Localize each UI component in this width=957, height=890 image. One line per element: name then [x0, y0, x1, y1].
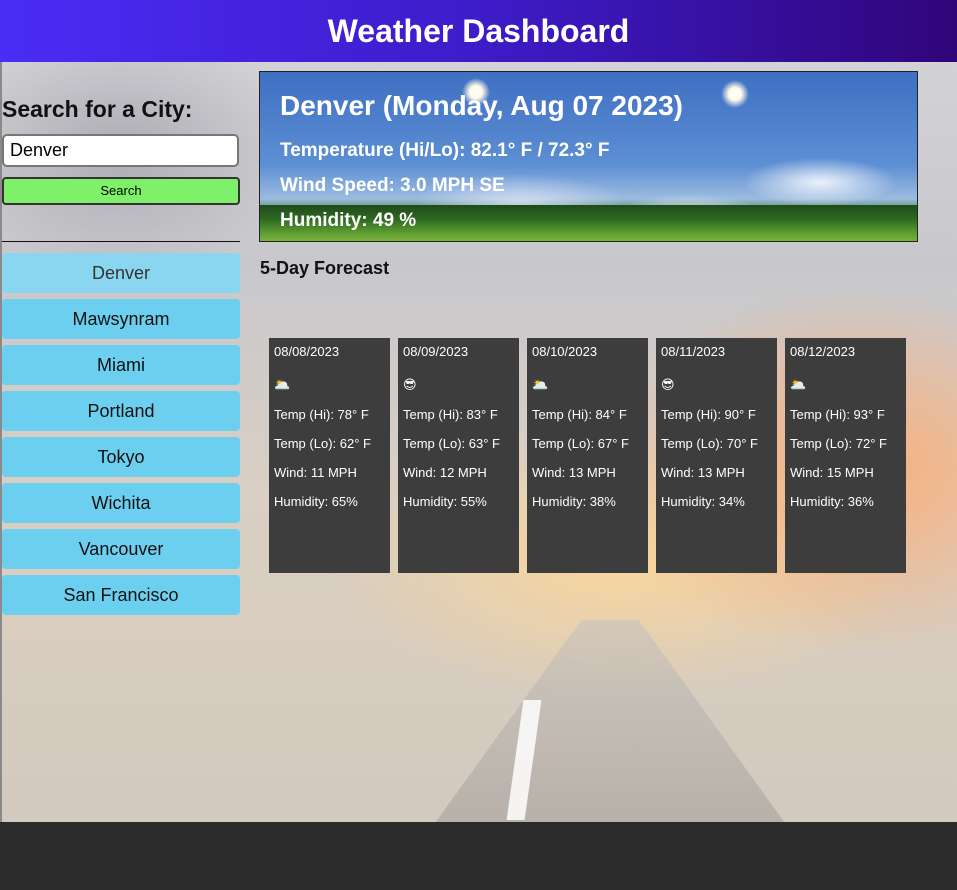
- sunglasses-icon: 😎: [403, 377, 417, 392]
- history-city-button[interactable]: Denver: [2, 253, 240, 293]
- sunglasses-icon: 😎: [661, 377, 675, 392]
- partly-cloudy-icon: 🌥️: [790, 377, 807, 392]
- partly-cloudy-icon: 🌥️: [274, 377, 291, 392]
- forecast-card: 08/12/2023 🌥️ Temp (Hi): 93° F Temp (Lo)…: [785, 338, 906, 573]
- history-city-button[interactable]: San Francisco: [2, 575, 240, 615]
- forecast-wind: Wind: 13 MPH: [532, 465, 616, 480]
- forecast-card: 08/10/2023 🌥️ Temp (Hi): 84° F Temp (Lo)…: [527, 338, 648, 573]
- forecast-temp-hi: Temp (Hi): 93° F: [790, 407, 885, 422]
- divider: [2, 241, 240, 242]
- forecast-humidity: Humidity: 65%: [274, 494, 358, 509]
- forecast-date: 08/08/2023: [274, 344, 340, 359]
- forecast-temp-lo: Temp (Lo): 70° F: [661, 436, 758, 451]
- forecast-temp-lo: Temp (Lo): 63° F: [403, 436, 500, 451]
- forecast-humidity: Humidity: 38%: [532, 494, 616, 509]
- search-history-list: Denver Mawsynram Miami Portland Tokyo Wi…: [2, 253, 240, 621]
- forecast-humidity: Humidity: 55%: [403, 494, 487, 509]
- forecast-temp-hi: Temp (Hi): 84° F: [532, 407, 627, 422]
- forecast-date: 08/11/2023: [661, 344, 726, 359]
- forecast-wind: Wind: 12 MPH: [403, 465, 487, 480]
- forecast-date: 08/12/2023: [790, 344, 856, 359]
- search-heading: Search for a City:: [2, 96, 193, 122]
- forecast-date: 08/10/2023: [532, 344, 598, 359]
- history-city-button[interactable]: Miami: [2, 345, 240, 385]
- forecast-card: 08/08/2023 🌥️ Temp (Hi): 78° F Temp (Lo)…: [269, 338, 390, 573]
- history-city-button[interactable]: Vancouver: [2, 529, 240, 569]
- page-title: Weather Dashboard: [327, 12, 630, 49]
- forecast-heading: 5-Day Forecast: [260, 258, 390, 278]
- forecast-card: 08/11/2023 😎 Temp (Hi): 90° F Temp (Lo):…: [656, 338, 777, 573]
- forecast-temp-lo: Temp (Lo): 72° F: [790, 436, 887, 451]
- forecast-cards: 08/08/2023 🌥️ Temp (Hi): 78° F Temp (Lo)…: [269, 338, 914, 573]
- forecast-card: 08/09/2023 😎 Temp (Hi): 83° F Temp (Lo):…: [398, 338, 519, 573]
- current-weather-panel: Denver (Monday, Aug 07 2023) Temperature…: [259, 71, 918, 242]
- forecast-humidity: Humidity: 36%: [790, 494, 874, 509]
- history-city-button[interactable]: Wichita: [2, 483, 240, 523]
- current-humidity: Humidity: 49 %: [280, 210, 417, 231]
- forecast-temp-hi: Temp (Hi): 90° F: [661, 407, 756, 422]
- forecast-wind: Wind: 15 MPH: [790, 465, 874, 480]
- city-search-input[interactable]: [2, 134, 239, 167]
- history-city-button[interactable]: Mawsynram: [2, 299, 240, 339]
- history-city-button[interactable]: Portland: [2, 391, 240, 431]
- forecast-temp-lo: Temp (Lo): 62° F: [274, 436, 371, 451]
- partly-cloudy-icon: 🌥️: [532, 377, 549, 392]
- page-footer: [0, 822, 957, 890]
- forecast-wind: Wind: 13 MPH: [661, 465, 745, 480]
- search-button[interactable]: Search: [2, 177, 240, 205]
- forecast-temp-hi: Temp (Hi): 78° F: [274, 407, 369, 422]
- current-city-title: Denver (Monday, Aug 07 2023): [280, 90, 684, 121]
- app-header: Weather Dashboard: [0, 0, 957, 62]
- forecast-wind: Wind: 11 MPH: [274, 465, 357, 480]
- forecast-temp-lo: Temp (Lo): 67° F: [532, 436, 629, 451]
- forecast-date: 08/09/2023: [403, 344, 469, 359]
- forecast-humidity: Humidity: 34%: [661, 494, 745, 509]
- current-temperature: Temperature (Hi/Lo): 82.1° F / 72.3° F: [280, 140, 610, 161]
- forecast-temp-hi: Temp (Hi): 83° F: [403, 407, 498, 422]
- current-wind-speed: Wind Speed: 3.0 MPH SE: [280, 175, 505, 196]
- history-city-button[interactable]: Tokyo: [2, 437, 240, 477]
